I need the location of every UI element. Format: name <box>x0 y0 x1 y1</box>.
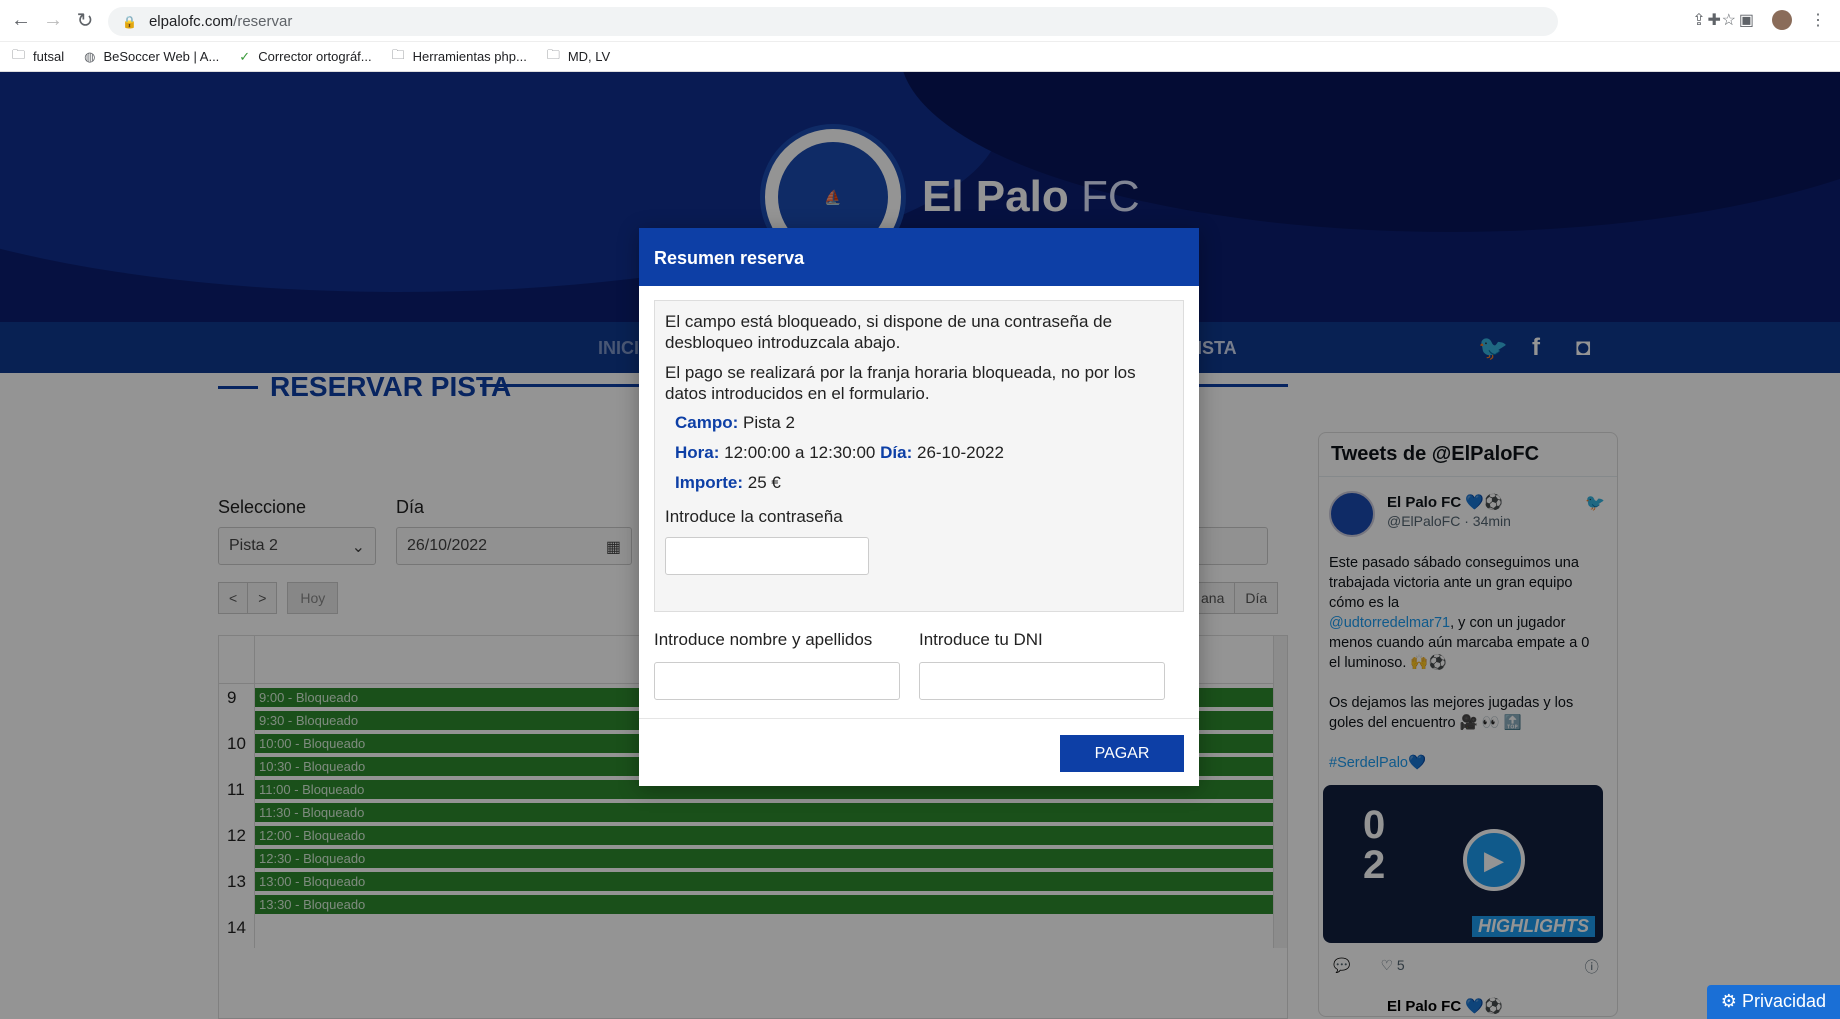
menu-icon[interactable]: ⋮ <box>1810 10 1826 30</box>
gear-icon: ⚙ <box>1720 991 1737 1011</box>
folder-icon: 🗀 <box>391 46 405 62</box>
browser-toolbar: ← → ↻ 🔒 elpalofc.com/reservar ⇪ ☆ ✚ ▣ ⋮ <box>0 0 1840 42</box>
dni-input[interactable] <box>919 662 1165 700</box>
blocked-message: El campo está bloqueado, si dispone de u… <box>665 312 1113 352</box>
dni-label: Introduce tu DNI <box>919 630 1043 649</box>
bookmark-md-lv[interactable]: 🗀 MD, LV <box>547 46 610 68</box>
extensions-icon[interactable]: ✚ <box>1707 10 1720 30</box>
importe-row: Importe: 25 € <box>675 473 781 492</box>
bookmark-herramientas[interactable]: 🗀 Herramientas php... <box>392 46 527 68</box>
payment-note: El pago se realizará por la franja horar… <box>665 363 1136 403</box>
bookmarks-bar: 🗀 futsal ◍ BeSoccer Web | A... ✓ Corrector … <box>0 42 1840 72</box>
address-bar[interactable]: 🔒 elpalofc.com/reservar <box>108 7 1558 36</box>
profile-avatar[interactable] <box>1772 10 1792 30</box>
privacy-button[interactable]: ⚙ Privacidad <box>1706 985 1840 1019</box>
name-label: Introduce nombre y apellidos <box>654 630 873 649</box>
booking-summary-modal: Resumen reserva El campo está bloqueado,… <box>639 228 1199 786</box>
bookmark-futsal[interactable]: 🗀 futsal <box>12 46 64 68</box>
password-input[interactable] <box>665 537 869 575</box>
url-path: /reservar <box>233 13 293 30</box>
back-icon[interactable]: ← <box>10 9 32 32</box>
pay-button[interactable]: PAGAR <box>1060 735 1184 772</box>
blocked-info-box: El campo está bloqueado, si dispone de u… <box>654 300 1184 612</box>
forward-icon[interactable]: → <box>42 9 64 32</box>
hora-row: Hora: 12:00:00 a 12:30:00 Día: 26-10-202… <box>675 443 1004 462</box>
folder-icon: 🗀 <box>546 46 560 62</box>
bookmark-besoccer[interactable]: ◍ BeSoccer Web | A... <box>84 49 219 65</box>
share-icon[interactable]: ⇪ <box>1692 10 1705 30</box>
password-label: Introduce la contraseña <box>665 507 843 526</box>
campo-row: Campo: Pista 2 <box>675 413 795 432</box>
modal-title: Resumen reserva <box>639 228 1199 286</box>
abc-icon: ✓ <box>239 48 251 64</box>
globe-icon: ◍ <box>84 48 96 64</box>
reload-icon[interactable]: ↻ <box>74 10 96 32</box>
name-input[interactable] <box>654 662 900 700</box>
lock-icon: 🔒 <box>122 14 137 29</box>
folder-icon: 🗀 <box>12 46 26 62</box>
bookmark-corrector[interactable]: ✓ Corrector ortográf... <box>239 49 371 65</box>
url-domain: elpalofc.com <box>148 13 234 30</box>
side-panel-icon[interactable]: ▣ <box>1739 10 1754 30</box>
